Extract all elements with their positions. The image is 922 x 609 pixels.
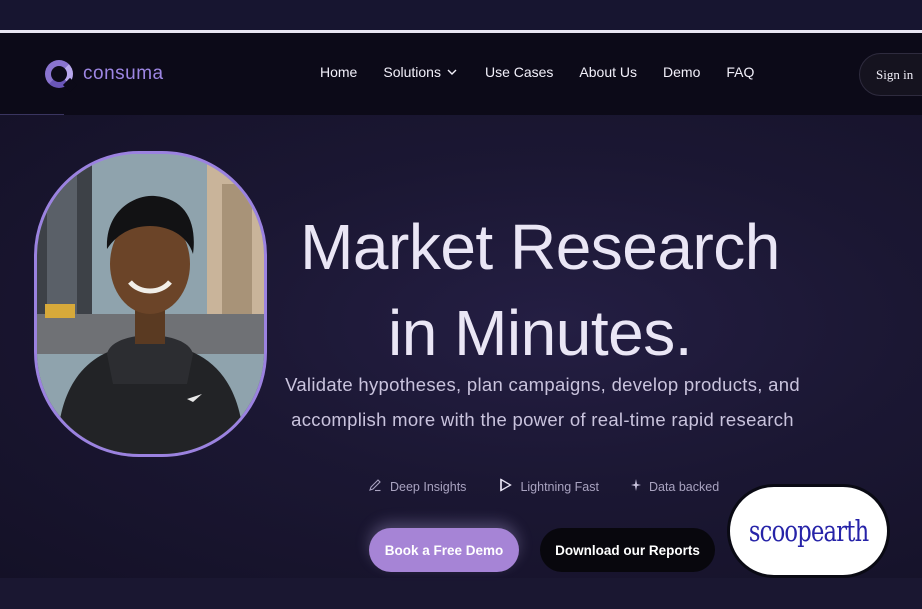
feature-data-backed: Data backed (630, 479, 720, 494)
founder-portrait (34, 151, 267, 457)
badge-logo-text: scoopearth (748, 514, 869, 548)
main-nav: Home Solutions Use Cases About Us Demo F… (320, 64, 754, 80)
subtext-line-2: accomplish more with the power of real-t… (291, 409, 794, 430)
nav-about-us[interactable]: About Us (579, 64, 637, 80)
nav-solutions-label: Solutions (383, 64, 441, 80)
nav-faq-label: FAQ (726, 64, 755, 80)
nav-use-cases[interactable]: Use Cases (485, 64, 553, 80)
feature-label: Data backed (648, 479, 720, 494)
feature-deep-insights: Deep Insights (368, 478, 466, 495)
brand-name: consuma (83, 63, 164, 84)
headline-line-2: in Minutes. (388, 297, 692, 369)
headline-line-1: Market Research (300, 211, 780, 283)
download-reports-button[interactable]: Download our Reports (540, 528, 715, 572)
nav-use-cases-label: Use Cases (484, 64, 554, 80)
hero-headline: Market Research in Minutes. (270, 204, 810, 376)
nav-about-us-label: About Us (579, 64, 638, 80)
nav-home[interactable]: Home (320, 64, 357, 80)
feature-list: Deep Insights Lightning Fast Data backed (368, 478, 719, 495)
feature-lightning-fast: Lightning Fast (499, 478, 599, 495)
scoopearth-badge[interactable]: scoopearth (727, 484, 890, 578)
chevron-down-icon (447, 69, 457, 75)
logo-icon (45, 60, 73, 88)
subtext-line-1: Validate hypotheses, plan campaigns, dev… (285, 374, 800, 395)
nav-home-label: Home (320, 64, 358, 80)
brand-logo[interactable]: consuma (45, 59, 164, 89)
bottom-band (0, 578, 922, 609)
nav-demo[interactable]: Demo (663, 64, 700, 80)
pencil-icon (368, 478, 382, 495)
feature-label: Deep Insights (390, 479, 467, 494)
top-strip (0, 0, 922, 31)
sign-in-button[interactable]: Sign in (859, 53, 922, 96)
feature-label: Lightning Fast (520, 479, 599, 494)
nav-solutions[interactable]: Solutions (383, 64, 457, 80)
nav-faq[interactable]: FAQ (726, 64, 754, 80)
play-icon (499, 478, 513, 495)
sparkle-icon (630, 479, 641, 494)
hero-subtext: Validate hypotheses, plan campaigns, dev… (270, 367, 815, 437)
nav-demo-label: Demo (663, 64, 701, 80)
book-demo-button[interactable]: Book a Free Demo (369, 528, 519, 572)
